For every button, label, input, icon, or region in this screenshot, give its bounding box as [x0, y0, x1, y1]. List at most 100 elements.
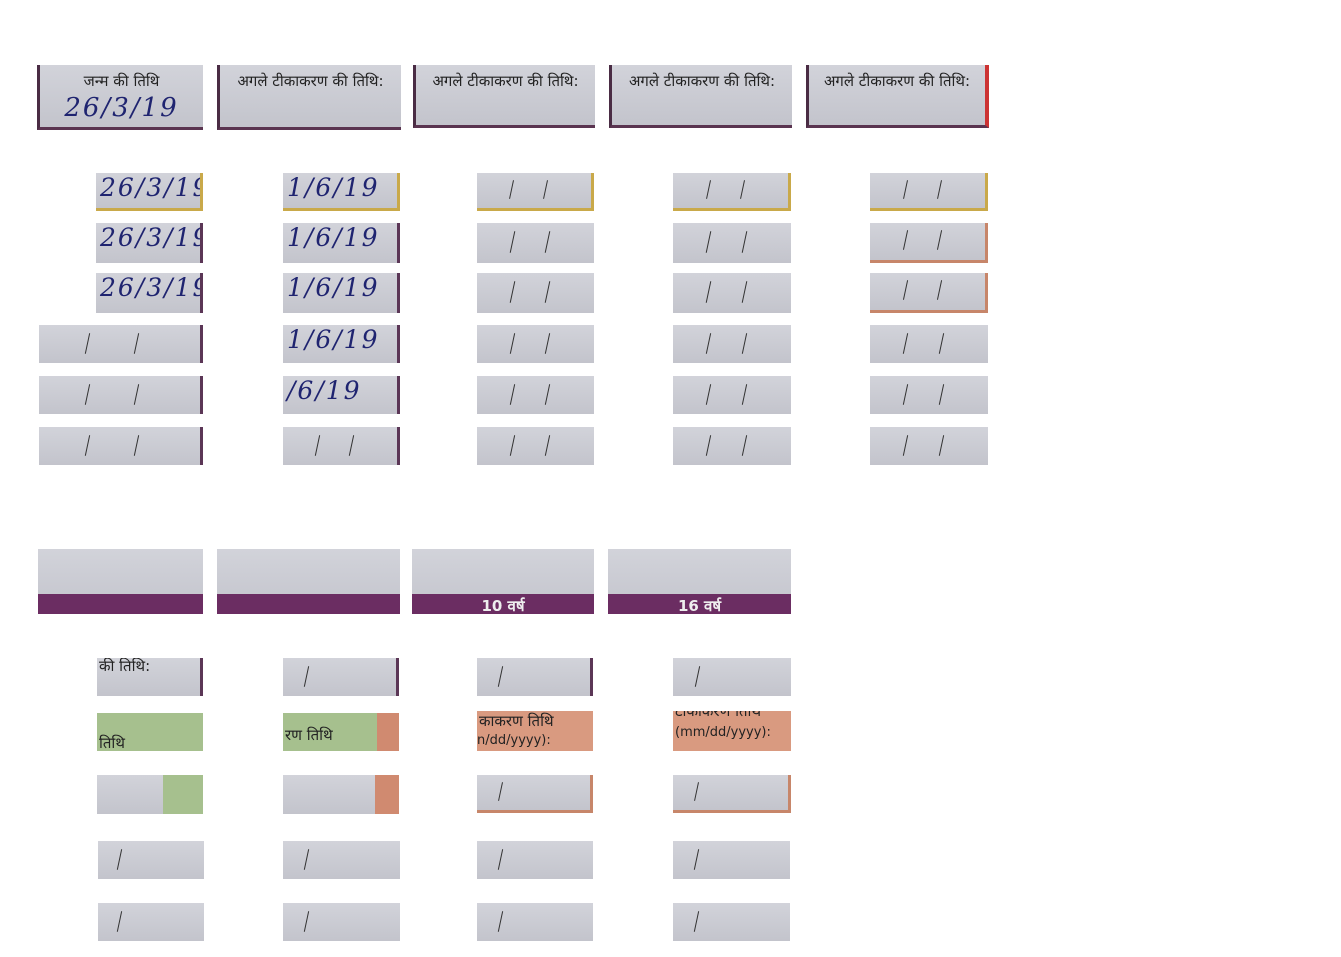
date-separator — [303, 665, 309, 687]
handwritten-date: 1/6/19 — [287, 325, 380, 354]
date-separator — [741, 383, 747, 405]
date-separator — [706, 332, 712, 354]
date-separator — [509, 383, 516, 405]
date-separator — [497, 665, 503, 687]
next-vaccination-box: अगले टीकाकरण की तिथि: — [413, 65, 595, 128]
date-cell — [870, 427, 988, 465]
date-separator — [133, 332, 139, 354]
date-separator — [706, 383, 712, 405]
age-band-16: 16 वर्ष — [608, 594, 791, 614]
lower-tile — [98, 841, 204, 879]
lower-tile — [283, 658, 399, 696]
lower-tile: की तिथि: — [97, 658, 203, 696]
date-separator — [85, 434, 91, 456]
date-cell — [673, 427, 791, 465]
date-separator — [509, 231, 516, 253]
label: TT — [377, 777, 390, 798]
age-band-tile — [38, 549, 203, 614]
date-separator — [903, 383, 909, 405]
date-separator — [706, 434, 712, 456]
date-cell — [870, 273, 988, 313]
age-band-tile — [217, 549, 400, 614]
next-vaccination-box: अगले टीकाकरण की तिथि: — [806, 65, 989, 128]
date-separator — [133, 383, 139, 405]
date-separator — [304, 910, 310, 932]
date-cell: 1/6/19 — [283, 325, 400, 363]
date-cell: 1/6/19 — [283, 223, 400, 263]
lower-tile: टीकाकरण तिथि (mm/dd/yyyy): — [673, 711, 791, 751]
birth-date-box: जन्म की तिथि 26/3/19 — [37, 65, 203, 130]
date-separator — [937, 180, 942, 200]
date-cell — [283, 427, 400, 465]
date-separator — [902, 180, 908, 200]
date-separator — [545, 332, 551, 354]
label: तिथि — [99, 734, 125, 751]
handwritten-date: 1/6/19 — [287, 223, 380, 252]
age-band — [38, 594, 203, 614]
date-separator — [741, 434, 747, 456]
label: DPT — [165, 775, 203, 796]
lower-tile — [283, 903, 400, 941]
date-separator — [85, 332, 91, 354]
age-band-tile: 10 वर्ष — [412, 549, 594, 614]
date-separator — [498, 848, 504, 870]
date-cell: 26/3/19 — [96, 273, 203, 313]
handwritten-date: /6/19 — [287, 376, 362, 405]
date-separator — [349, 434, 355, 456]
date-separator — [706, 231, 712, 253]
age-band — [217, 594, 400, 614]
lower-tile: तिथि — [97, 713, 203, 751]
date-separator — [509, 332, 516, 354]
date-cell — [673, 173, 791, 211]
date-cell — [870, 223, 988, 263]
date-separator — [545, 383, 551, 405]
date-cell — [39, 427, 203, 465]
date-separator — [694, 665, 700, 687]
date-separator — [903, 332, 909, 354]
date-separator — [902, 230, 908, 251]
date-separator — [938, 434, 944, 456]
date-cell: 1/6/19 — [283, 173, 400, 211]
date-cell — [673, 273, 791, 313]
lower-tile: काकरण तिथि n/dd/yyyy): — [477, 711, 593, 751]
date-separator — [509, 281, 516, 303]
label: काकरण तिथि — [479, 712, 554, 730]
next-vaccination-label: अगले टीकाकरण की तिथि: — [628, 72, 776, 90]
next-vaccination-box: अगले टीकाकरण की तिथि: — [217, 65, 401, 130]
date-cell: 26/3/19 — [96, 173, 203, 211]
date-cell — [39, 325, 203, 363]
age-band-10: 10 वर्ष — [412, 594, 594, 614]
handwritten-date: 26/3/19 — [100, 273, 203, 302]
next-vaccination-label: अगले टीकाकरण की तिथि: — [823, 72, 971, 90]
date-separator — [936, 280, 943, 301]
birth-date-label: जन्म की तिथि — [83, 72, 160, 90]
date-separator — [117, 910, 123, 932]
birth-date-value: 26/3/19 — [64, 93, 179, 123]
next-vaccination-label: अगले टीकाकरण की तिथि: — [432, 72, 579, 90]
date-separator — [740, 180, 745, 200]
lower-tile — [477, 903, 593, 941]
date-cell — [870, 173, 988, 211]
date-cell — [477, 427, 594, 465]
date-cell — [870, 325, 988, 363]
lower-tile: TT — [283, 775, 399, 814]
date-separator — [315, 434, 321, 456]
lower-tile: रण तिथि — [283, 713, 399, 751]
label: की तिथि: — [99, 658, 151, 675]
date-separator — [85, 383, 91, 405]
label: (mm/dd/yyyy): — [675, 725, 771, 740]
date-cell — [477, 325, 594, 363]
date-cell — [477, 173, 594, 211]
date-separator — [545, 434, 551, 456]
date-separator — [544, 231, 551, 253]
age-band-tile: 16 वर्ष — [608, 549, 791, 614]
date-cell — [477, 273, 594, 313]
date-separator — [543, 180, 549, 200]
date-cell — [673, 223, 791, 263]
lower-tile: DPT Boost — [97, 775, 203, 814]
handwritten-date: 26/3/19 — [100, 223, 203, 252]
date-separator — [497, 782, 503, 802]
date-separator — [117, 848, 123, 870]
date-separator — [304, 848, 310, 870]
date-cell — [477, 223, 594, 263]
